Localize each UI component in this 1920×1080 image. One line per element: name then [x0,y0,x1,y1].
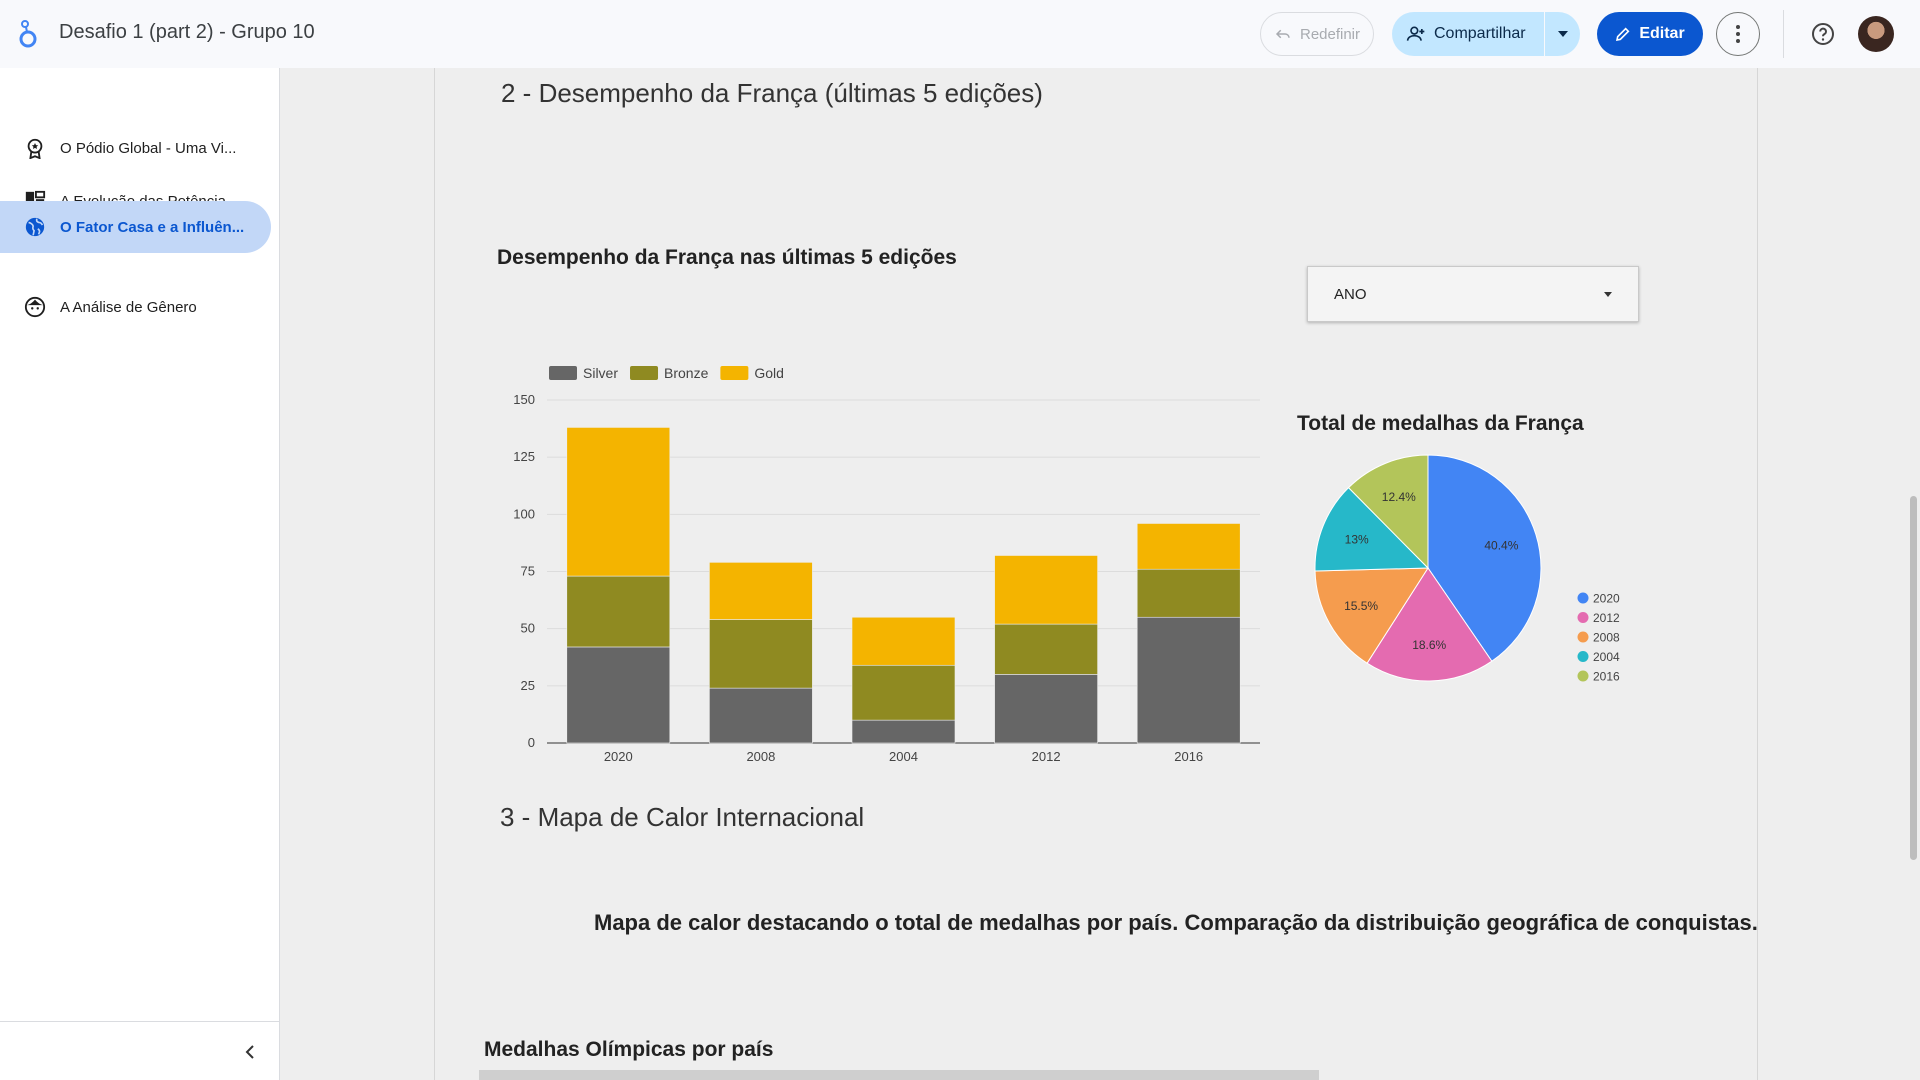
x-tick-label: 2008 [746,749,775,764]
sidebar-item-label: O Pódio Global - Uma Vi... [60,139,237,157]
bar-gold-2012 [994,555,1098,625]
collapse-sidebar-button[interactable] [238,1040,262,1064]
bar-bronze-2004 [851,664,956,721]
map-title: Medalhas Olímpicas por país [484,1038,774,1061]
scrollbar-thumb[interactable] [1910,496,1917,860]
y-tick-label: 100 [513,506,535,521]
section-3-description: Mapa de calor destacando o total de meda… [594,910,1758,935]
bar-bronze-2016 [1136,568,1241,618]
legend-swatch-bronze [630,366,659,380]
reset-button[interactable]: Redefinir [1260,12,1374,56]
reset-label: Redefinir [1299,25,1361,43]
report-canvas: 2 - Desempenho da França (últimas 5 ediç… [434,68,1758,1080]
legend-dot-2016 [1577,670,1589,682]
sidebar-item-label: O Fator Casa e a Influên... [60,218,245,236]
x-tick-label: 2012 [1032,749,1061,764]
bar-chart-title: Desempenho da França nas últimas 5 ediçõ… [497,246,957,269]
help-icon [1812,23,1834,45]
sidebar-divider [0,1021,280,1022]
legend-label: 2008 [1593,631,1620,645]
legend-label-silver: Silver [583,365,618,381]
sidebar-item-analise-genero[interactable]: A Análise de Gênero [0,281,271,333]
bar-silver-2012 [994,674,1098,744]
bar-bronze-2020 [566,575,671,648]
share-dropdown-button[interactable] [1544,12,1580,56]
bar-silver-2004 [851,719,956,744]
bar-gold-2008 [709,562,813,620]
person-add-icon [1406,26,1425,41]
bar-gold-2004 [851,616,956,666]
sidebar-item-fator-casa[interactable]: O Fator Casa e a Influên... [0,201,271,253]
pie-slice-label: 12.4% [1382,490,1416,504]
edit-label: Editar [1639,25,1685,42]
section-2-title: 2 - Desempenho da França (últimas 5 ediç… [501,78,1043,108]
stacked-bar-chart[interactable]: Silver Bronze Gold 0 25 50 75 100 125 150 2020 2008… [475,286,1265,786]
toolbar-divider [1783,10,1784,58]
sidebar-item-label: A Análise de Gênero [60,298,197,316]
x-tick-label: 2004 [889,749,918,764]
more-vert-icon [1736,25,1740,43]
bar-silver-2020 [566,646,671,744]
legend-swatch-gold [720,366,749,380]
bar-silver-2016 [1136,616,1241,744]
pie-chart-title: Total de medalhas da França [1297,412,1584,435]
share-button-group: Compartilhar [1392,12,1580,56]
y-tick-label: 125 [513,449,535,464]
section-3-title: 3 - Mapa de Calor Internacional [500,802,865,832]
top-bar: Desafio 1 (part 2) - Grupo 10 Redefinir … [0,0,1920,68]
more-options-button[interactable] [1716,12,1760,56]
legend-label: 2020 [1593,592,1620,606]
pie-slice-label: 40.4% [1484,538,1518,552]
bar-silver-2008 [709,687,813,744]
legend-dot-2004 [1577,651,1589,662]
legend-label: 2004 [1593,650,1620,664]
caret-down-icon [1557,31,1568,37]
sidebar-item-podio-global[interactable]: O Pódio Global - Uma Vi... [0,122,271,174]
legend-dot-2008 [1577,631,1589,643]
y-tick-label: 50 [521,621,535,636]
edit-button[interactable]: Editar [1597,12,1703,56]
share-label: Compartilhar [1434,25,1526,42]
pie-slice-label: 13% [1345,532,1369,546]
y-tick-label: 0 [528,735,535,750]
legend-dot-2020 [1577,592,1589,604]
bar-gold-2020 [566,427,671,577]
legend-label-bronze: Bronze [664,365,709,381]
pencil-icon [1616,27,1630,42]
legend-dot-2012 [1577,612,1589,623]
x-tick-label: 2020 [604,749,633,764]
award-icon [27,138,43,159]
face-icon [24,296,46,318]
bar-bronze-2012 [994,623,1098,675]
bar-bronze-2008 [709,619,813,689]
x-tick-label: 2016 [1174,749,1203,764]
undo-icon [1275,29,1290,39]
avatar[interactable] [1858,16,1894,52]
legend-label: 2016 [1593,670,1620,684]
pie-chart[interactable]: 40.4% 18.6% 15.5% 13% 12.4% 2020 2012 2008 2004 2… [1295,448,1695,728]
sidebar: O Pódio Global - Uma Vi... A Evolução da… [0,68,280,1080]
y-tick-label: 25 [521,678,535,693]
bar-gold-2016 [1136,523,1241,570]
caret-down-icon [1604,291,1612,297]
help-button[interactable] [1803,14,1843,54]
map-chart[interactable] [479,1070,1319,1080]
globe-icon [25,217,45,237]
chevron-left-icon [245,1045,254,1059]
year-filter-dropdown[interactable]: ANO [1307,266,1639,322]
year-filter-label: ANO [1334,285,1367,303]
legend-label-gold: Gold [754,365,784,381]
y-tick-label: 75 [521,564,535,579]
share-button[interactable]: Compartilhar [1392,12,1544,56]
legend-swatch-silver [549,366,577,380]
looker-studio-logo-icon[interactable] [16,18,40,50]
pie-slice-label: 15.5% [1344,599,1378,613]
pie-slice-label: 18.6% [1412,638,1446,652]
report-title[interactable]: Desafio 1 (part 2) - Grupo 10 [59,21,315,44]
legend-label: 2012 [1593,611,1620,625]
y-tick-label: 150 [513,392,535,407]
